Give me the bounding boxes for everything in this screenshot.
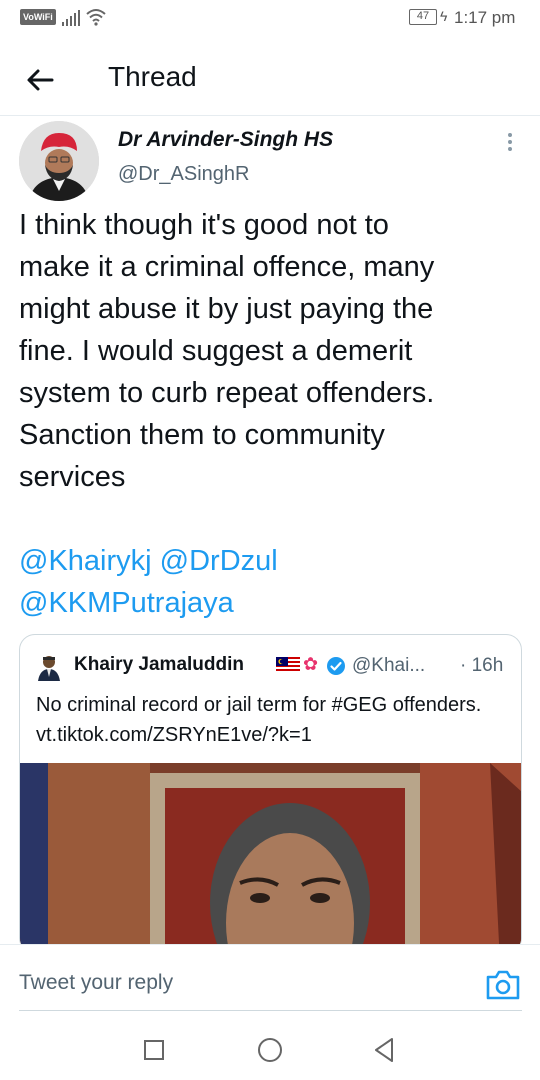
status-bar: VoWiFi 47 ϟ 1:17 pm <box>0 0 540 38</box>
recent-apps-icon[interactable] <box>144 1040 164 1060</box>
quote-text: No criminal record or jail term for #GEG… <box>36 694 482 746</box>
avatar-image <box>19 121 99 201</box>
vowifi-indicator: VoWiFi <box>20 9 56 25</box>
home-icon[interactable] <box>258 1038 282 1062</box>
back-triangle-icon[interactable] <box>373 1037 395 1063</box>
mention-link[interactable]: @Khairykj <box>19 545 152 577</box>
tweet-text: I think though it's good not to make it … <box>19 209 435 493</box>
malaysia-flag-icon <box>276 657 300 673</box>
more-options-icon[interactable] <box>502 130 518 156</box>
thread-header: Thread <box>0 44 540 116</box>
tweet-mentions: @Khairykj @DrDzul @KKMPutrajaya <box>19 540 519 624</box>
camera-icon[interactable] <box>485 967 521 1001</box>
reply-divider <box>19 1010 522 1011</box>
status-time: 1:17 pm <box>454 8 516 27</box>
avatar[interactable] <box>19 121 99 201</box>
author-handle[interactable]: @Dr_ASinghR <box>118 163 249 186</box>
quote-timestamp: · 16h <box>460 655 504 676</box>
quote-avatar <box>38 656 60 681</box>
battery-icon: 47 <box>409 9 437 25</box>
system-nav-bar <box>0 1018 540 1080</box>
arrow-left-icon[interactable] <box>22 62 58 98</box>
video-thumbnail-image <box>20 763 521 953</box>
page-title: Thread <box>108 61 197 92</box>
charging-icon: ϟ <box>440 8 448 24</box>
quote-author-name: Khairy Jamaluddin <box>74 654 244 675</box>
mention-link[interactable]: @KKMPutrajaya <box>19 587 234 619</box>
reply-bar: Tweet your reply <box>0 944 540 1014</box>
quoted-tweet[interactable]: Khairy Jamaluddin ✿ @Khai... · 16h No cr… <box>19 634 522 954</box>
quote-video-thumbnail[interactable] <box>20 763 521 953</box>
wifi-icon <box>86 9 106 26</box>
mention-link[interactable]: @DrDzul <box>160 545 278 577</box>
author-name[interactable]: Dr Arvinder-Singh HS <box>118 128 333 152</box>
signal-icon <box>62 10 80 26</box>
reply-input[interactable]: Tweet your reply <box>19 971 173 995</box>
hibiscus-icon: ✿ <box>303 654 319 674</box>
verified-badge-icon <box>327 657 345 675</box>
quote-author-handle: @Khai... <box>352 655 426 676</box>
